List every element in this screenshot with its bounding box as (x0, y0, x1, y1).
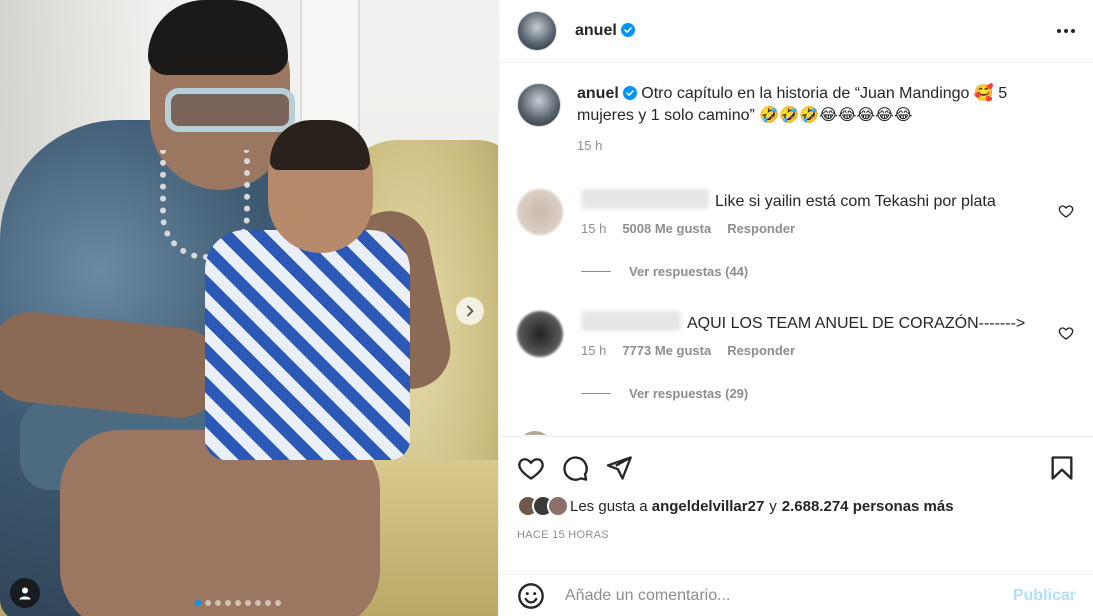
add-comment-bar: Añade un comentario... Publicar (499, 574, 1093, 616)
user-tag-button[interactable] (10, 578, 40, 608)
chevron-right-icon (467, 305, 474, 317)
likes-count[interactable]: 2.688.274 personas más (782, 498, 954, 515)
comment-text: Like si yailin está com Tekashi por plat… (715, 193, 996, 210)
likes-prefix: Les gusta a (570, 497, 648, 515)
user-tag-icon (19, 587, 31, 600)
photo-man-hair (148, 0, 288, 75)
liker-avatars[interactable] (517, 495, 569, 517)
view-replies-label: Ver respuestas (44) (629, 264, 749, 279)
likes-summary: Les gusta a angeldelvillar27 y 2.688.274 p… (517, 495, 1076, 517)
comment-item: AQUI LOS TEAM ANUEL DE CORAZÓN-------> 1… (517, 311, 1076, 358)
emoji-icon[interactable] (517, 582, 545, 610)
avatar[interactable] (517, 189, 563, 235)
caption-text: Otro capítulo en la historia de “Juan Ma… (577, 85, 1008, 124)
carousel-next-button[interactable] (456, 297, 484, 325)
photo-sunglasses (165, 88, 295, 132)
comments-list[interactable]: anuel Otro capítulo en la historia de “J… (499, 63, 1093, 435)
avatar[interactable] (517, 431, 553, 435)
carousel-indicator (195, 600, 281, 606)
view-replies-button[interactable]: Ver respuestas (29) (581, 386, 1076, 401)
carousel-dot (195, 600, 201, 606)
heart-icon[interactable] (1058, 203, 1074, 219)
carousel-dot (215, 600, 221, 606)
avatar[interactable] (517, 83, 561, 127)
carousel-dot (265, 600, 271, 606)
comment-text: AQUI LOS TEAM ANUEL DE CORAZÓN-------> (687, 315, 1026, 332)
comment-username-blurred[interactable] (581, 189, 709, 209)
post-header: anuel (499, 0, 1093, 63)
publish-button[interactable]: Publicar (1013, 587, 1076, 605)
more-icon (1057, 29, 1061, 33)
username[interactable]: anuel (575, 22, 617, 39)
post-caption: anuel Otro capítulo en la historia de “J… (517, 63, 1076, 157)
post-photo[interactable] (0, 0, 498, 616)
comment-item-partial (517, 431, 1076, 435)
reply-button[interactable]: Responder (727, 221, 795, 236)
heart-icon[interactable] (1058, 325, 1074, 341)
photo-boy (205, 230, 410, 460)
comment-time[interactable]: 15 h (581, 221, 606, 236)
carousel-dot (255, 600, 261, 606)
comment-likes[interactable]: 5008 Me gusta (622, 221, 711, 236)
username-link[interactable]: anuel (575, 22, 635, 40)
more-options-button[interactable] (1057, 29, 1075, 33)
view-replies-button[interactable]: Ver respuestas (44) (581, 264, 1076, 279)
verified-icon (620, 23, 635, 37)
likes-connector: y (769, 497, 777, 515)
carousel-dot (235, 600, 241, 606)
verified-icon (622, 86, 637, 100)
post-actions: Les gusta a angeldelvillar27 y 2.688.274 p… (499, 436, 1093, 541)
carousel-dot (275, 600, 281, 606)
comment-likes[interactable]: 7773 Me gusta (622, 343, 711, 358)
carousel-dot (205, 600, 211, 606)
heart-icon[interactable] (517, 454, 545, 482)
reply-button[interactable]: Responder (727, 343, 795, 358)
bookmark-icon[interactable] (1048, 454, 1076, 482)
avatar[interactable] (517, 11, 557, 51)
caption-username[interactable]: anuel (577, 85, 619, 102)
liker-username[interactable]: angeldelvillar27 (652, 498, 765, 515)
comment-username-blurred[interactable] (581, 311, 681, 331)
comment-item: Like si yailin está com Tekashi por plat… (517, 189, 1076, 236)
share-icon[interactable] (605, 454, 633, 482)
post-timestamp[interactable]: HACE 15 HORAS (517, 529, 1076, 541)
avatar[interactable] (517, 311, 563, 357)
comment-icon[interactable] (561, 454, 589, 482)
comment-input[interactable]: Añade un comentario... (565, 587, 1013, 605)
caption-time[interactable]: 15 h (577, 135, 602, 157)
comment-time[interactable]: 15 h (581, 343, 606, 358)
post-side-panel: anuel anuel Otro capítulo en la historia… (498, 0, 1093, 616)
carousel-dot (225, 600, 231, 606)
carousel-dot (245, 600, 251, 606)
view-replies-label: Ver respuestas (29) (629, 386, 749, 401)
